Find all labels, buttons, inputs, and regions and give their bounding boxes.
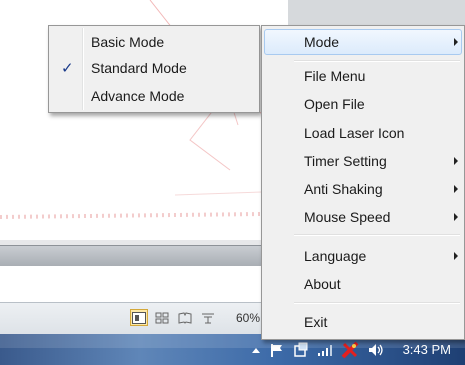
submenu-arrow-icon [454,185,458,193]
submenu-item-advance-mode[interactable]: Advance Mode [49,84,259,108]
submenu-item-label: Basic Mode [91,34,165,50]
menu-item-mouse-speed[interactable]: Mouse Speed [264,204,462,230]
menu-item-language[interactable]: Language [264,243,462,269]
menu-item-label: About [304,276,341,292]
checkmark-icon: ✓ [61,60,74,77]
menu-separator [294,234,460,236]
menu-item-label: Exit [304,314,328,330]
menu-item-about[interactable]: About [264,271,462,297]
menu-item-label: Mode [304,34,340,50]
submenu-arrow-icon [454,213,458,221]
submenu-item-standard-mode[interactable]: ✓ Standard Mode [49,56,259,80]
menu-item-anti-shaking[interactable]: Anti Shaking [264,176,462,202]
menu-item-mode[interactable]: Mode [264,29,462,55]
show-hidden-icons-arrow[interactable] [251,334,261,365]
menu-item-timer-setting[interactable]: Timer Setting [264,148,462,174]
view-buttons [130,309,217,326]
submenu-arrow-icon [454,157,458,165]
menu-item-label: Open File [304,96,365,112]
menu-item-label: Mouse Speed [304,209,391,225]
submenu-arrow-icon [454,38,458,46]
menu-item-label: Load Laser Icon [304,125,405,141]
menu-separator [294,302,460,304]
menu-item-label: File Menu [304,68,366,84]
web-layout-icon[interactable] [153,309,171,326]
reading-layout-icon[interactable] [176,309,194,326]
submenu-arrow-icon [454,252,458,260]
mode-submenu: Basic Mode ✓ Standard Mode Advance Mode [48,25,260,113]
menu-item-label: Anti Shaking [304,181,383,197]
submenu-item-label: Standard Mode [91,60,187,76]
context-menu: Mode File Menu Open File Load Laser Icon… [261,25,465,340]
menu-separator [294,60,460,62]
zoom-level: 60% [236,311,261,325]
submenu-item-label: Advance Mode [91,88,185,104]
clock[interactable]: 3:43 PM [403,342,451,357]
submenu-item-basic-mode[interactable]: Basic Mode [49,30,259,54]
menu-item-open-file[interactable]: Open File [264,91,462,117]
menu-item-file-menu[interactable]: File Menu [264,63,462,89]
outline-icon[interactable] [199,309,217,326]
print-layout-icon[interactable] [130,309,148,326]
menu-item-exit[interactable]: Exit [264,309,462,335]
menu-item-label: Language [304,248,367,264]
menu-item-load-laser-icon[interactable]: Load Laser Icon [264,120,462,146]
menu-item-label: Timer Setting [304,153,387,169]
